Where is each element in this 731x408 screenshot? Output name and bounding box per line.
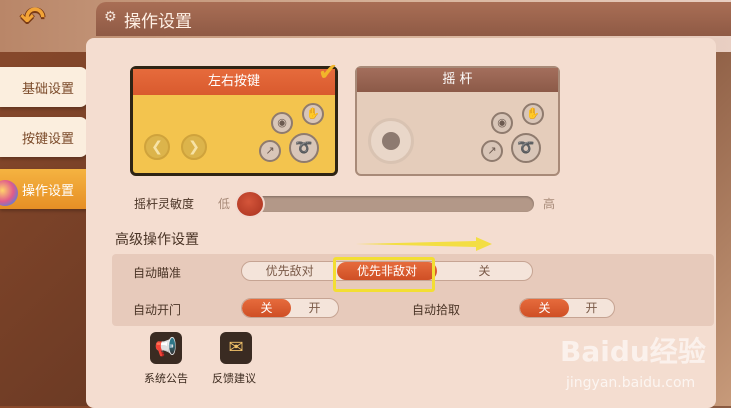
auto-pickup-label: 自动拾取 <box>412 303 461 317</box>
skill-icon: ◉ <box>271 112 293 134</box>
jump-icon: ↗ <box>481 140 503 162</box>
gear-icon: ⚙ <box>104 9 117 25</box>
back-arrow-icon[interactable]: ↶ <box>20 4 76 36</box>
left-arrow-icon: ❮ <box>144 134 170 160</box>
hand-icon: ✋ <box>302 103 324 125</box>
joystick-icon <box>368 118 414 164</box>
check-icon: ✔ <box>318 58 339 86</box>
annotation-highlight-box <box>333 257 435 292</box>
auto-aim-label: 自动瞄准 <box>133 266 182 280</box>
auto-pickup-option-off[interactable]: 关 <box>520 299 569 317</box>
announcement-icon[interactable]: 📢 <box>150 332 182 364</box>
joystick-knob <box>382 132 400 150</box>
jump-icon: ↗ <box>259 140 281 162</box>
auto-door-toggle: 关 开 <box>241 298 339 318</box>
auto-door-option-off[interactable]: 关 <box>242 299 291 317</box>
attack-icon: ➰ <box>511 133 541 163</box>
sensitivity-slider-track[interactable] <box>236 196 534 212</box>
advanced-title: 高级操作设置 <box>115 232 199 248</box>
auto-aim-option-enemy[interactable]: 优先敌对 <box>242 262 337 280</box>
title-bar: ⚙ 操作设置 <box>96 2 731 36</box>
sidebar-item-label: 基础设置 <box>22 82 75 97</box>
hand-icon: ✋ <box>522 103 544 125</box>
sidebar-item-label: 操作设置 <box>22 184 75 199</box>
auto-aim-option-off[interactable]: 关 <box>437 262 532 280</box>
watermark-logo: Baidu经验 <box>560 335 706 368</box>
page-title: 操作设置 <box>124 12 192 32</box>
sensitivity-high-label: 高 <box>543 197 556 211</box>
watermark-url: jingyan.baidu.com <box>566 375 696 391</box>
auto-door-option-on[interactable]: 开 <box>291 299 338 317</box>
auto-pickup-option-on[interactable]: 开 <box>569 299 614 317</box>
annotation-arrow <box>356 237 492 251</box>
feedback-label: 反馈建议 <box>212 372 256 385</box>
skill-icon: ◉ <box>491 112 513 134</box>
mode-card-title: 摇 杆 <box>357 68 558 92</box>
attack-icon: ➰ <box>289 133 319 163</box>
sensitivity-label: 摇杆灵敏度 <box>134 197 195 211</box>
mode-card-title: 左右按键 <box>133 69 335 95</box>
sensitivity-slider-knob[interactable] <box>235 190 265 218</box>
sidebar-item-keys[interactable]: 按键设置 <box>0 117 88 157</box>
announcement-label: 系统公告 <box>144 372 188 385</box>
feedback-icon[interactable]: ✉ <box>220 332 252 364</box>
sensitivity-low-label: 低 <box>218 197 231 211</box>
right-arrow-icon: ❯ <box>181 134 207 160</box>
auto-door-label: 自动开门 <box>133 303 182 317</box>
sidebar-item-basic[interactable]: 基础设置 <box>0 67 88 107</box>
auto-pickup-toggle: 关 开 <box>519 298 615 318</box>
sidebar-item-label: 按键设置 <box>22 132 75 147</box>
